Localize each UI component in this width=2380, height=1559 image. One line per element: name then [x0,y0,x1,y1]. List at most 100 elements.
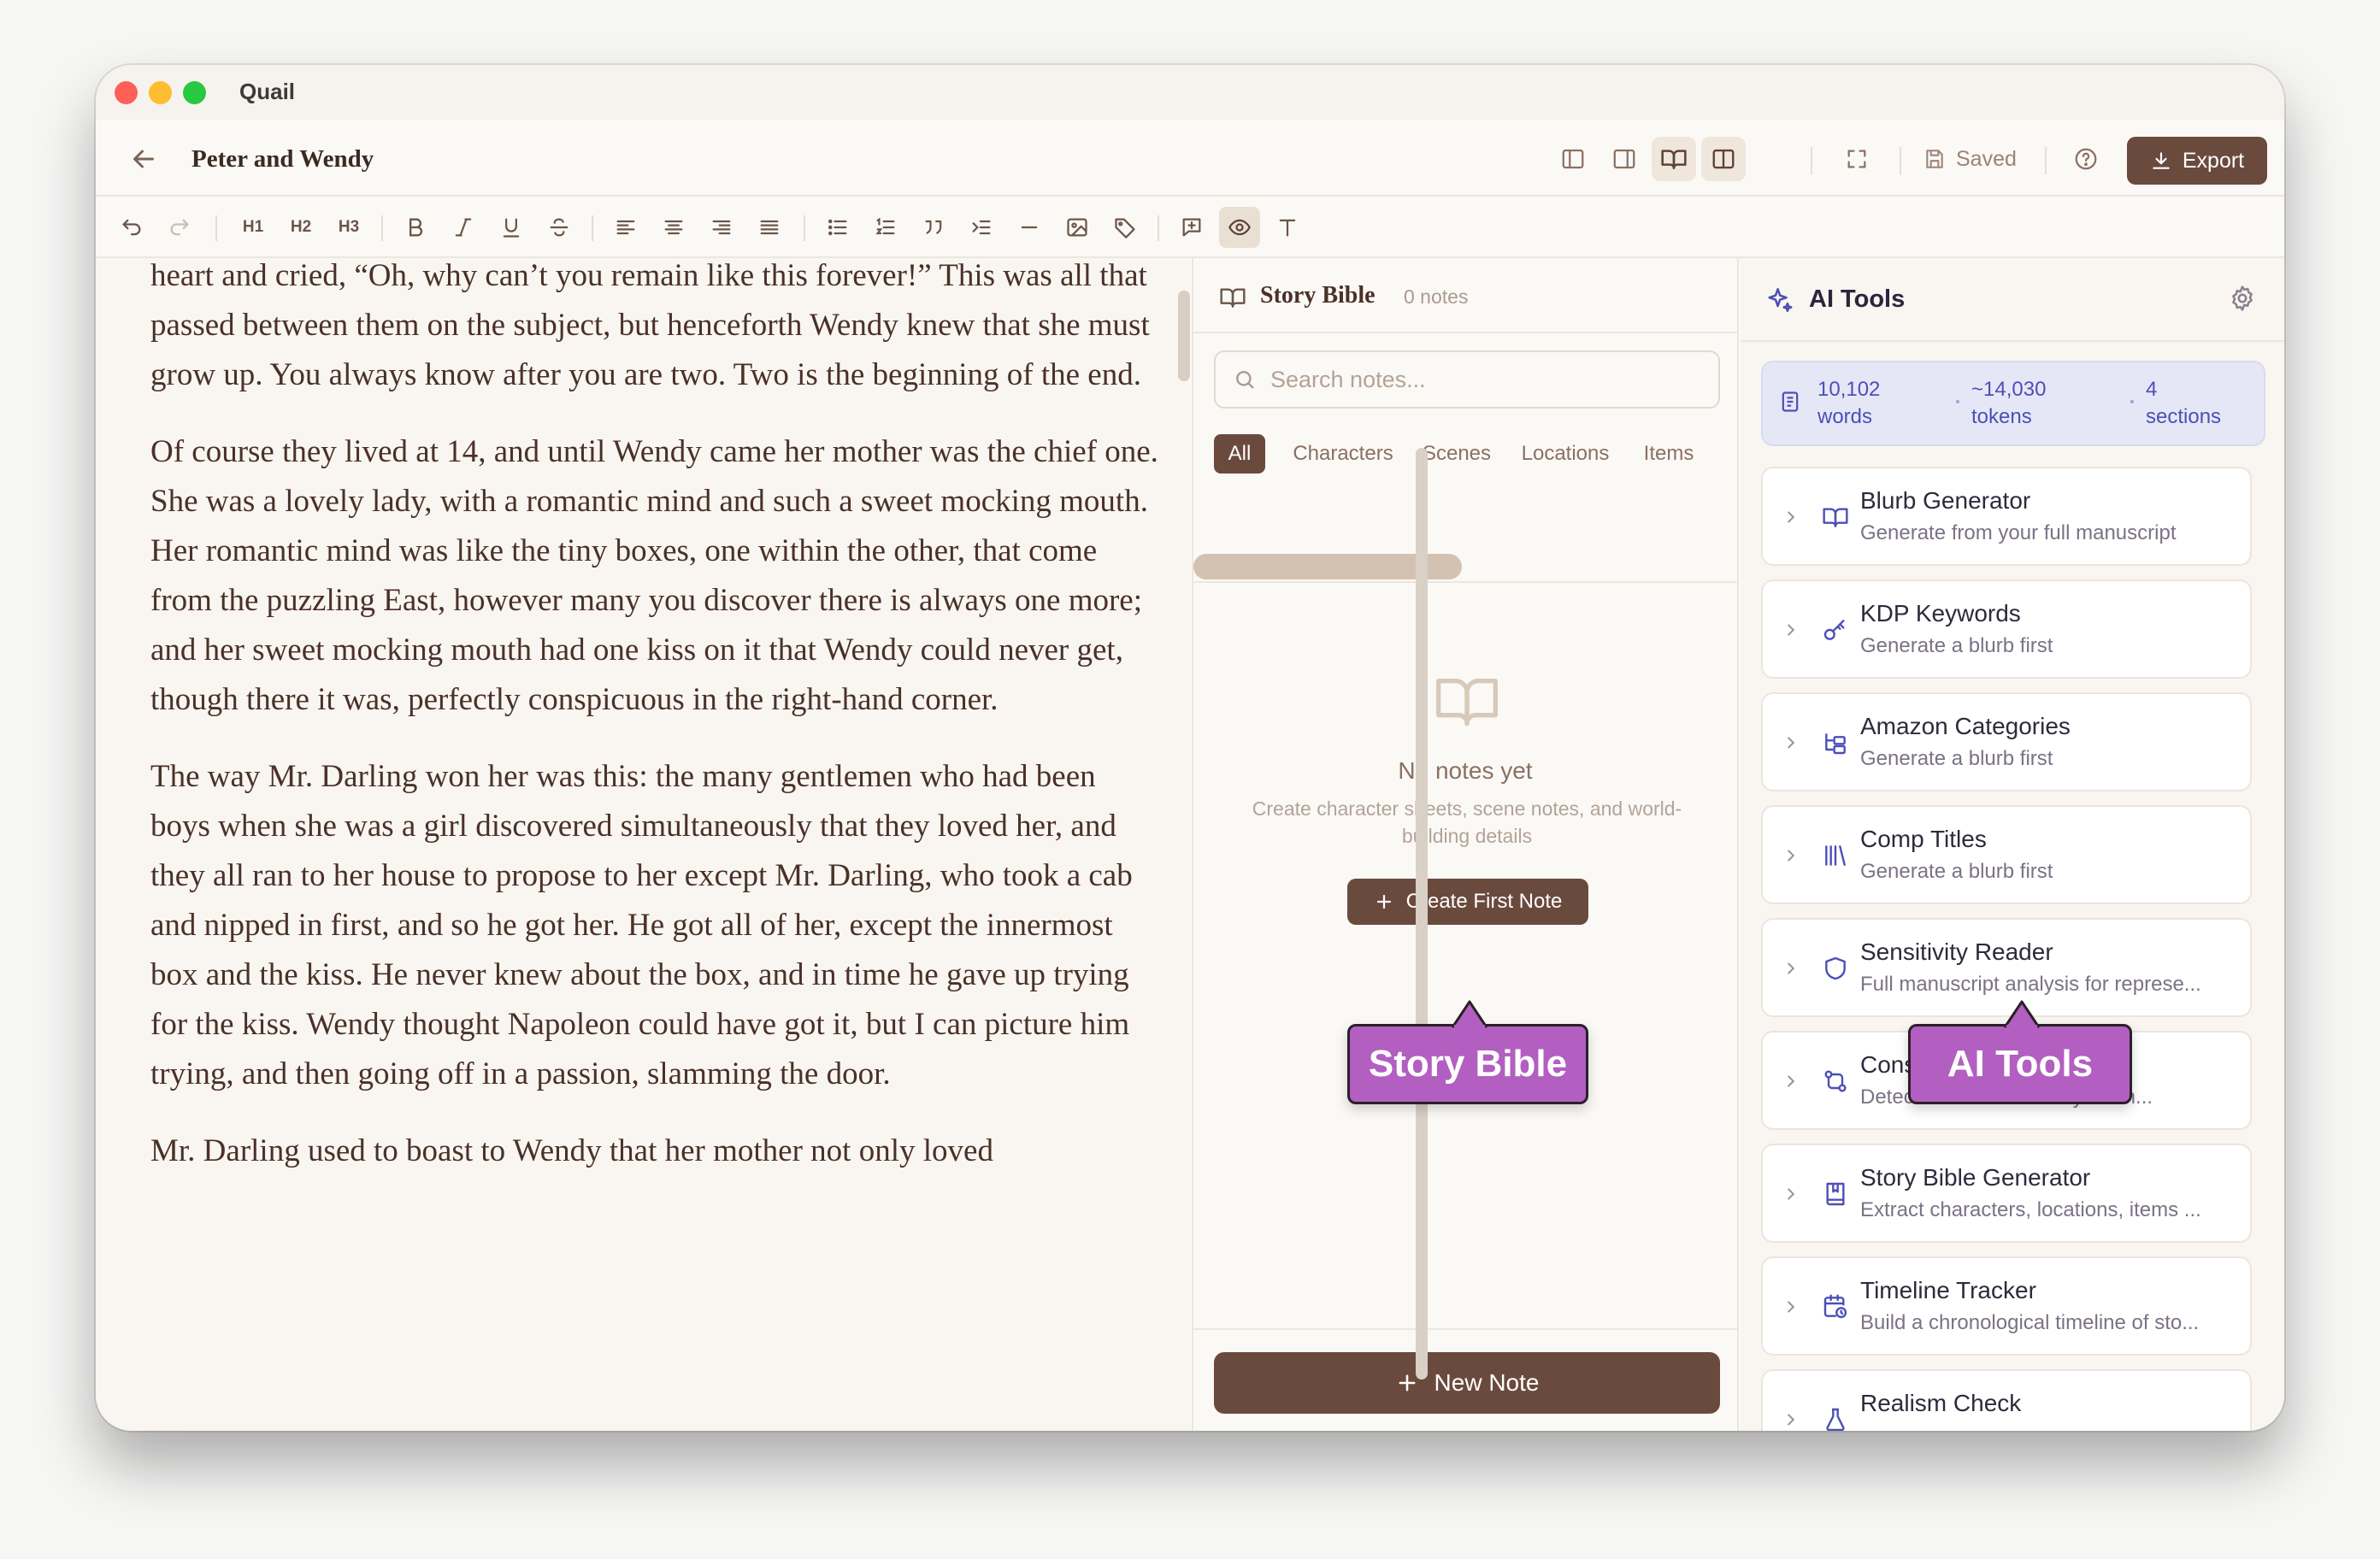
search-input[interactable] [1270,364,1698,395]
tab-scenes[interactable]: Scenes [1416,434,1498,474]
new-note-button[interactable]: New Note [1214,1352,1720,1414]
minimize-window-button[interactable] [149,81,172,104]
align-justify-button[interactable] [749,207,790,248]
bold-button[interactable] [395,207,436,248]
heading-2-button[interactable]: H2 [280,207,321,248]
add-comment-button[interactable] [1171,207,1212,248]
word-count-value: 10,102 [1817,378,1881,401]
download-icon [2153,152,2170,169]
export-button[interactable]: Export [2127,137,2267,185]
chevron-right-icon [1788,1188,1795,1200]
panel-right-icon [1613,149,1635,169]
indent-icon [972,220,991,235]
italic-button[interactable] [443,207,484,248]
settings-gear-icon[interactable] [2228,284,2257,313]
underline-button[interactable] [491,207,532,248]
token-count-unit: tokens [1971,405,2032,428]
paragraph[interactable]: Mr. Darling used to boast to Wendy that … [150,1127,1159,1176]
token-count-stat: ~14,030 tokens [1971,376,2046,431]
back-arrow-icon[interactable] [128,144,159,174]
tab-characters[interactable]: Characters [1284,434,1402,474]
save-status: Saved [1923,142,2017,176]
tool-description: Generate from your full manuscript [1860,521,2177,544]
git-compare-icon [1819,1065,1852,1097]
heading-3-button[interactable]: H3 [328,207,369,248]
list-ordered-icon [875,217,895,235]
story-bible-toggle-button[interactable] [1652,137,1696,181]
insert-image-button[interactable] [1057,207,1098,248]
typography-button[interactable] [1267,207,1308,248]
paragraph[interactable]: heart and cried, “Oh, why can’t you rema… [150,258,1159,400]
calendar-clock-icon [1819,1291,1852,1323]
tool-description-start: Detec [1860,1085,1914,1109]
notes-search[interactable] [1214,350,1720,409]
editor-scrollbar[interactable] [1178,291,1190,381]
chevron-right-icon [1788,1075,1795,1087]
ai-tools-scrollbar[interactable] [1416,448,1428,1380]
numbered-list-button[interactable] [865,207,906,248]
story-bible-panel: Story Bible 0 notes All Characters Scene… [1192,258,1739,1431]
fullscreen-button[interactable] [1835,137,1879,181]
tab-items[interactable]: Items [1633,434,1705,474]
tab-locations[interactable]: Locations [1510,434,1621,474]
redo-button[interactable] [159,207,200,248]
manuscript-stats: 10,102 words ~14,030 tokens 4 sections [1761,361,2265,446]
tool-timeline-tracker[interactable]: Timeline Tracker Build a chronological t… [1761,1256,2252,1356]
align-left-button[interactable] [605,207,646,248]
tool-comp-titles[interactable]: Comp Titles Generate a blurb first [1761,805,2252,904]
empty-state-description: Create character sheets, scene notes, an… [1252,797,1682,847]
zoom-window-button[interactable] [183,81,206,104]
tool-amazon-categories[interactable]: Amazon Categories Generate a blurb first [1761,692,2252,791]
undo-button[interactable] [111,207,152,248]
chevron-right-icon [1788,737,1795,749]
chevron-right-icon [1788,1414,1795,1426]
bullet-list-button[interactable] [817,207,858,248]
help-button[interactable] [2064,137,2108,181]
close-window-button[interactable] [115,81,138,104]
right-panel-toggle-button[interactable] [1602,137,1647,181]
ai-tools-title: AI Tools [1809,285,1906,313]
tool-description: Build a chronological timeline of sto... [1860,1311,2200,1334]
align-center-button[interactable] [653,207,694,248]
ai-tools-callout: AI Tools [1908,1000,2132,1104]
document-header: Peter and Wendy Saved Export [96,120,2284,1431]
list-icon [828,219,847,236]
align-right-icon [712,220,731,235]
manuscript-editor[interactable]: heart and cried, “Oh, why can’t you rema… [96,258,1190,1431]
minus-icon [1021,226,1038,229]
italic-icon [455,218,472,237]
notes-count: 0 notes [1404,285,1469,308]
align-right-button[interactable] [701,207,742,248]
horizontal-rule-button[interactable] [1009,207,1050,248]
tool-story-bible-generator[interactable]: Story Bible Generator Extract characters… [1761,1144,2252,1243]
paragraph[interactable]: The way Mr. Darling won her was this: th… [150,752,1159,1099]
panel-left-icon [1562,149,1584,169]
heading-1-button[interactable]: H1 [233,207,274,248]
split-view-toggle-button[interactable] [1701,137,1746,181]
tab-all[interactable]: All [1214,434,1265,474]
chevron-right-icon [1788,850,1795,862]
tool-kdp-keywords[interactable]: KDP Keywords Generate a blurb first [1761,579,2252,679]
word-count-stat: 10,102 words [1817,376,1880,431]
key-icon [1819,614,1852,646]
type-icon [1279,219,1296,237]
ai-tools-panel: AI Tools 10,102 words ~14,030 tokens 4 sect… [1741,258,2284,1431]
create-first-note-button[interactable]: Create First Note [1347,879,1588,925]
strikethrough-icon [550,218,568,237]
tool-realism-check[interactable]: Realism Check [1761,1369,2252,1431]
story-bible-callout: Story Bible [1347,1000,1588,1104]
tool-blurb-generator[interactable]: Blurb Generator Generate from your full … [1761,467,2252,566]
saved-label: Saved [1956,146,2017,171]
strikethrough-button[interactable] [539,207,580,248]
paragraph[interactable]: Of course they lived at 14, and until We… [150,427,1159,725]
blockquote-button[interactable] [913,207,954,248]
chevron-right-icon [1788,511,1795,523]
indent-button[interactable] [961,207,1002,248]
manuscript-text[interactable]: heart and cried, “Oh, why can’t you rema… [150,258,1159,1203]
left-panel-toggle-button[interactable] [1551,137,1595,181]
preview-toggle-button[interactable] [1219,207,1260,248]
tag-button[interactable] [1105,207,1146,248]
create-first-note-label: Create First Note [1405,890,1563,913]
plus-icon [1376,894,1391,909]
tool-name: Amazon Categories [1860,713,2071,739]
